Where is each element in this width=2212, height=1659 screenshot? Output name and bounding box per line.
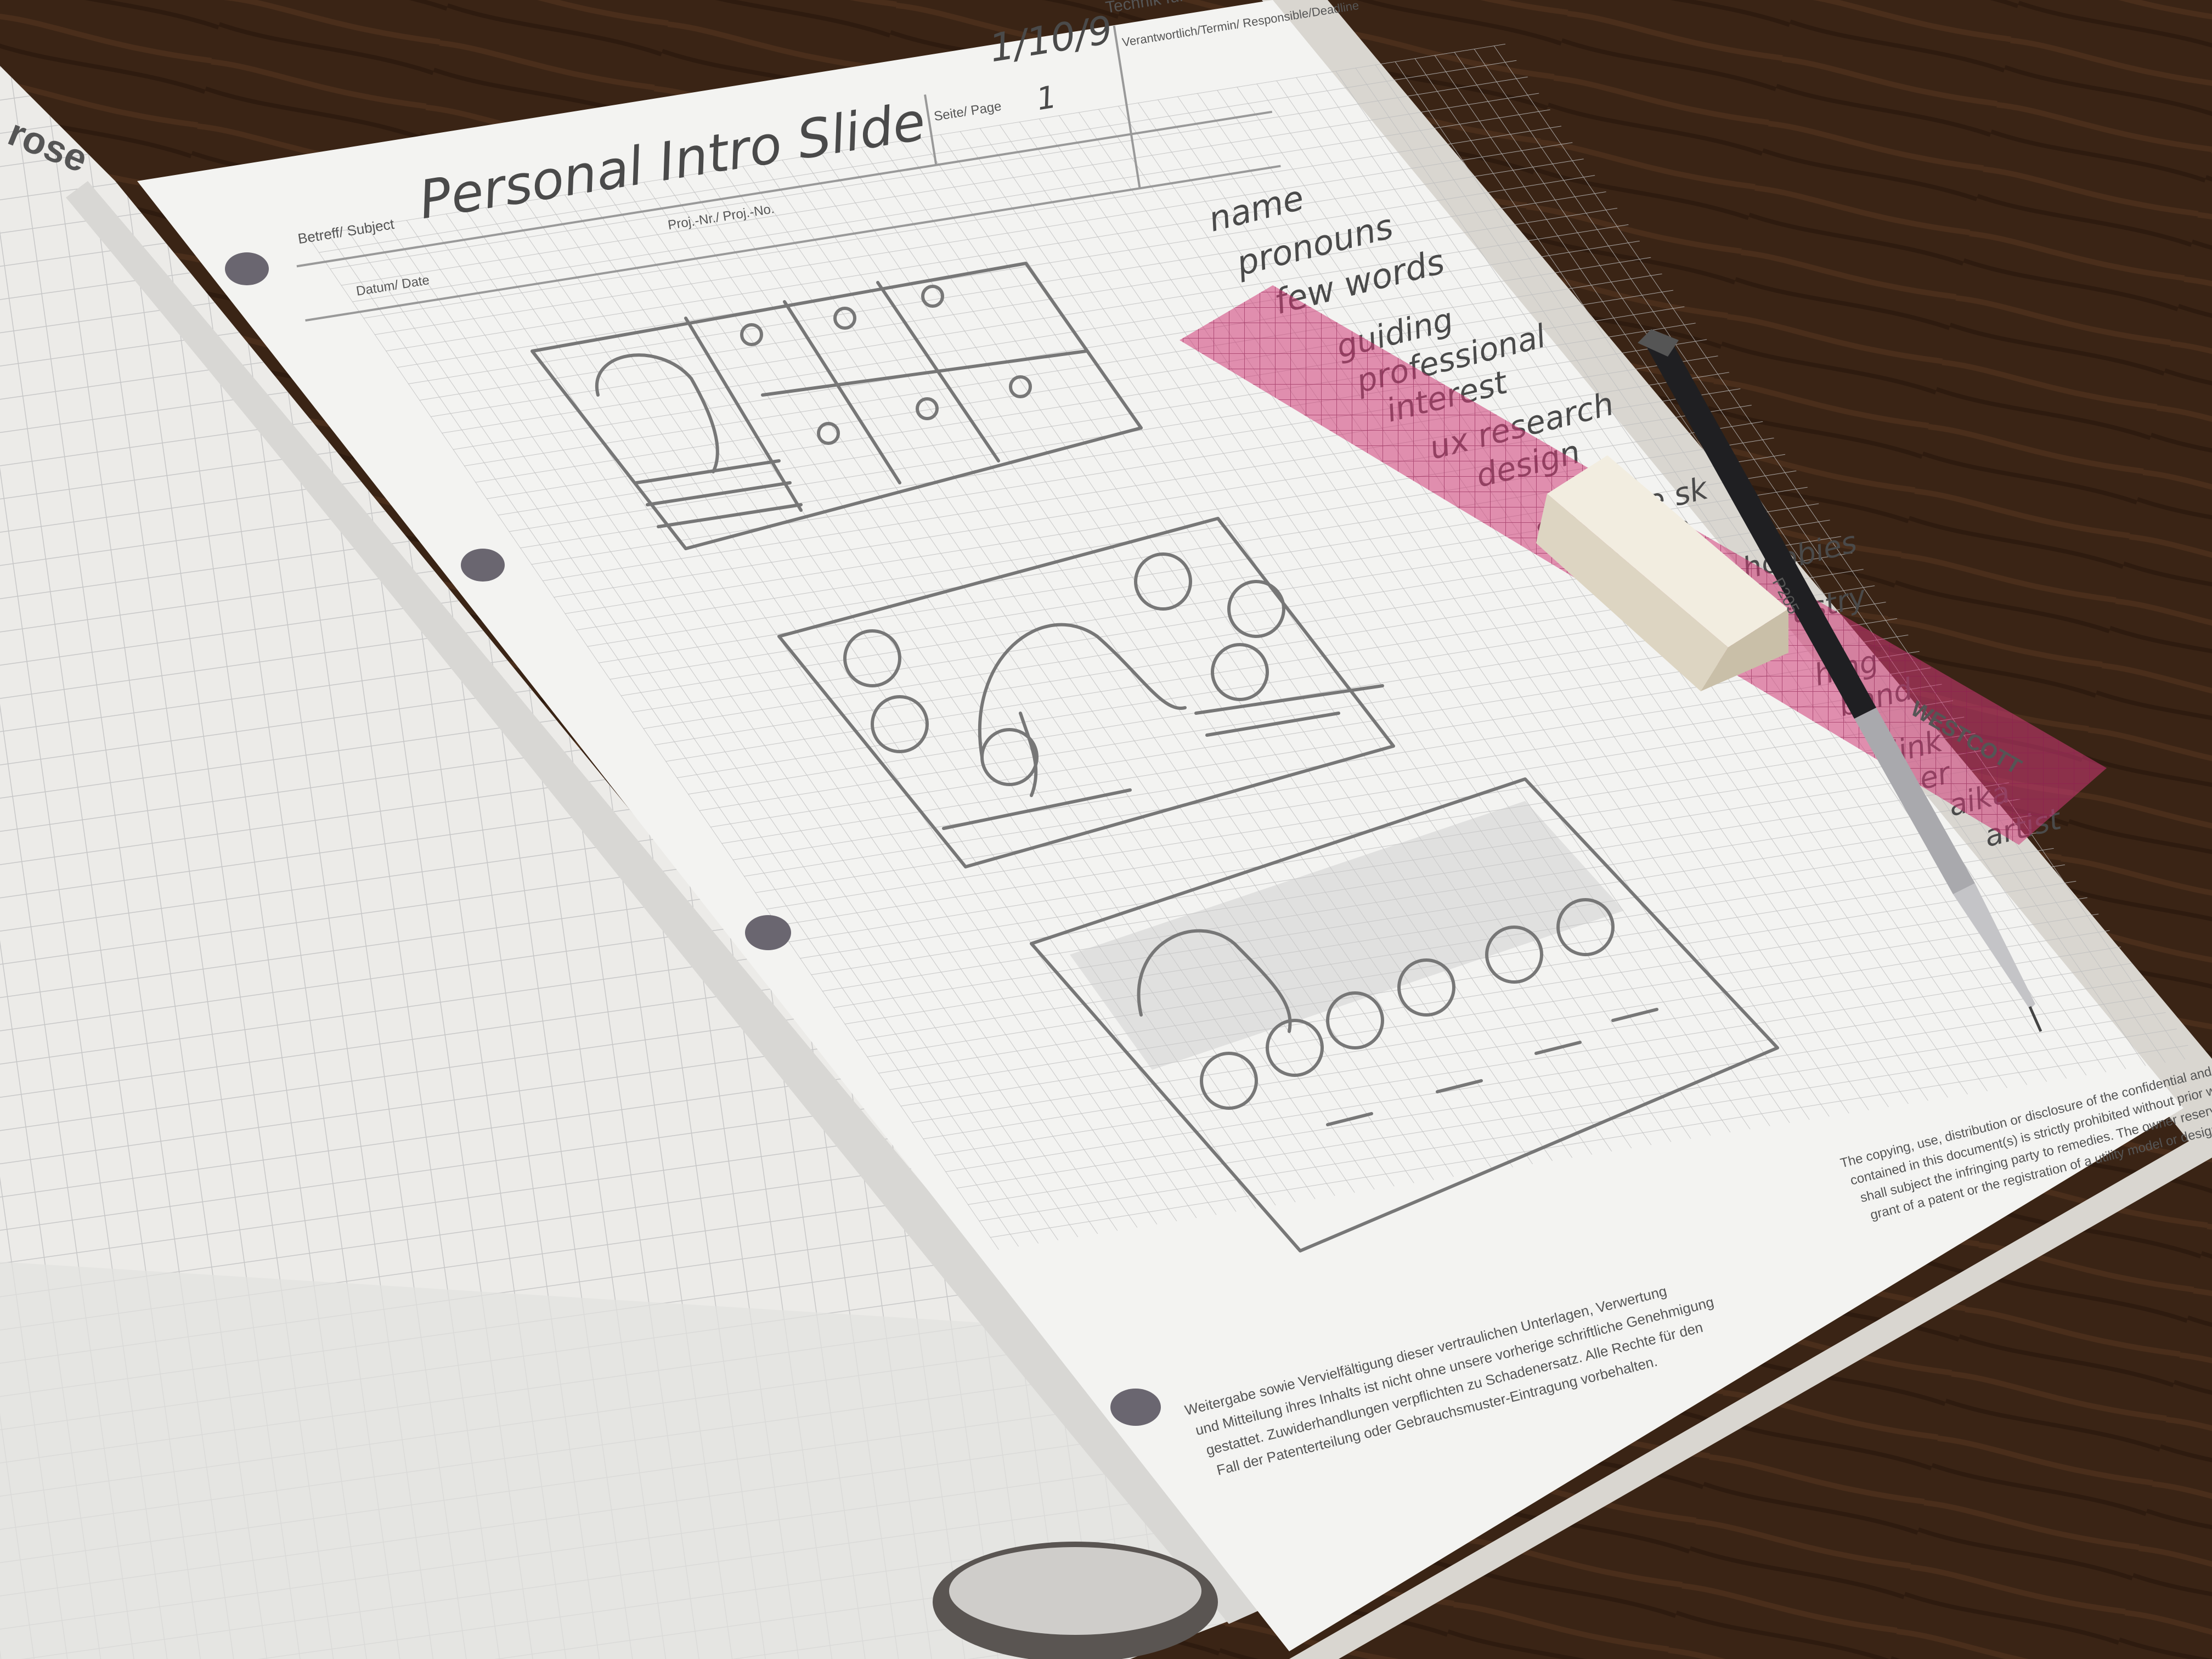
- photo-scene: rose brose Technik für Automobile Betref…: [0, 0, 2212, 1659]
- binder-hole: [225, 252, 269, 285]
- binder-hole: [745, 915, 791, 950]
- binder-hole: [461, 549, 505, 582]
- binder-hole: [1110, 1389, 1161, 1426]
